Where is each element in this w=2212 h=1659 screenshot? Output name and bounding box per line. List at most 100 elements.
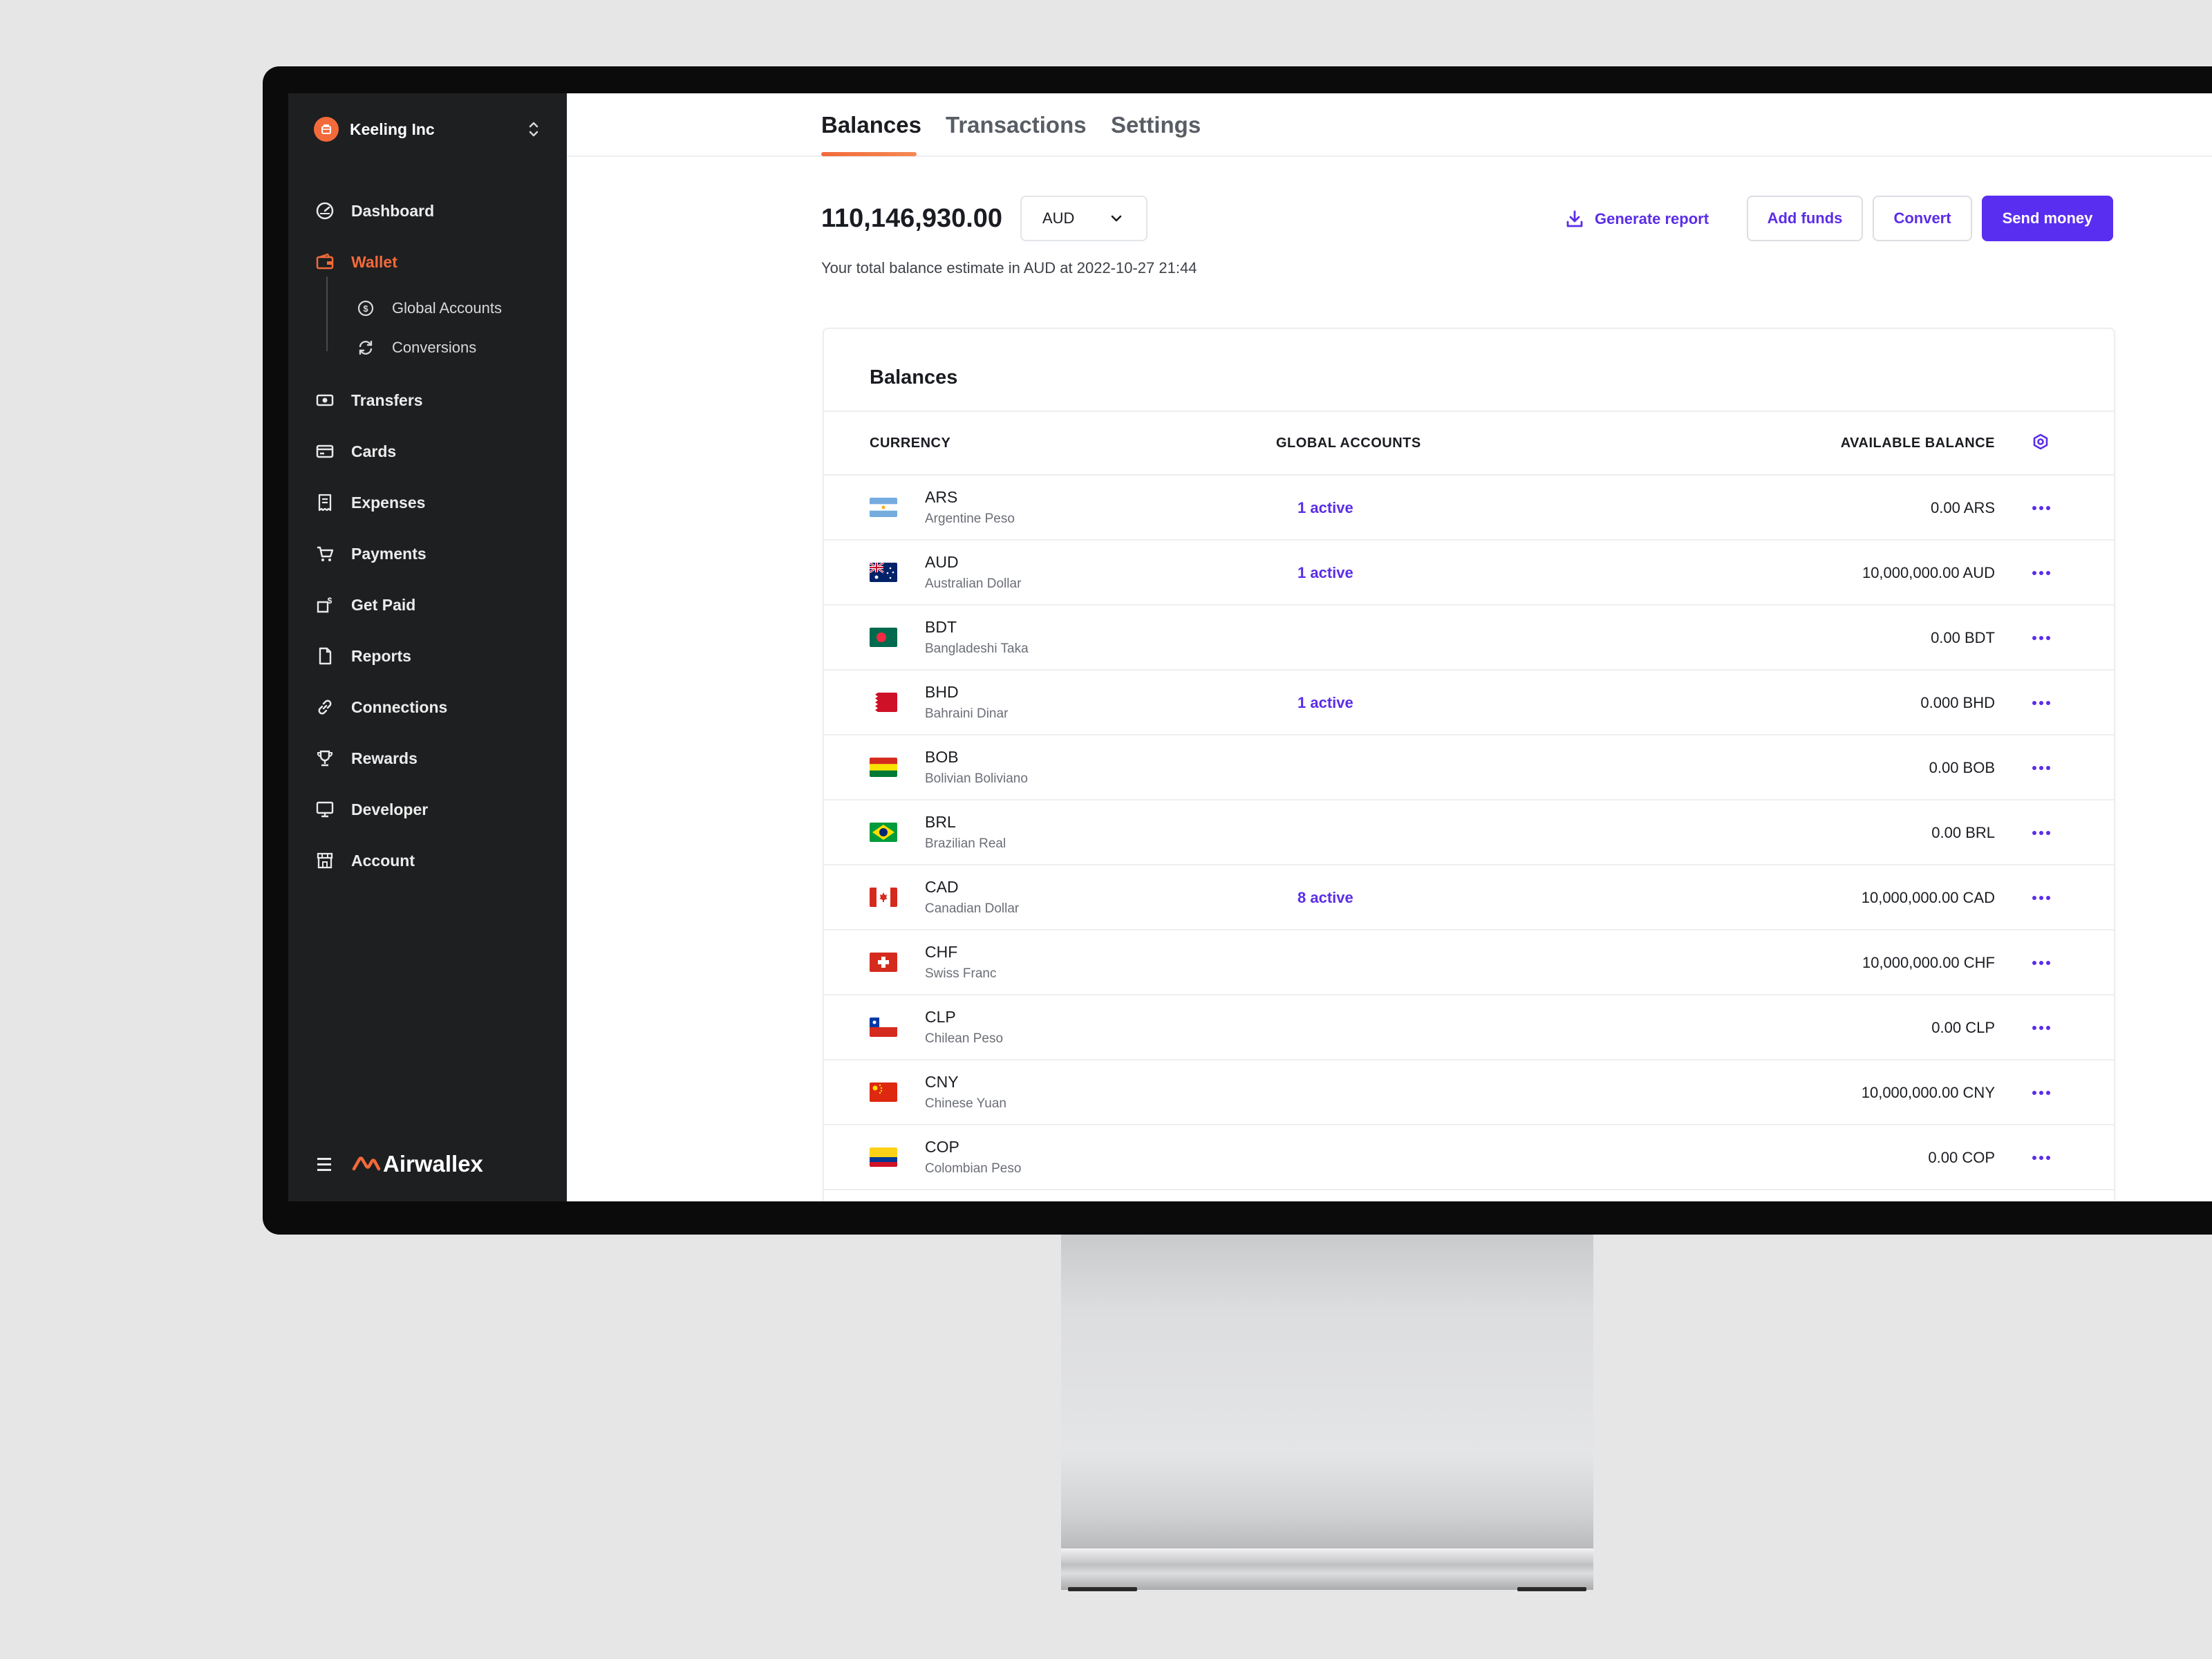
- receipt-icon: [314, 491, 336, 514]
- sidebar-subitem-global-accounts[interactable]: $ Global Accounts: [355, 294, 502, 322]
- currency-code: BOB: [925, 748, 959, 766]
- sidebar-item-label: Rewards: [351, 749, 418, 767]
- sidebar-item-get-paid[interactable]: $ Get Paid: [314, 590, 542, 620]
- more-options-icon[interactable]: [2030, 758, 2052, 778]
- convert-button[interactable]: Convert: [1873, 196, 1972, 241]
- tab-balances[interactable]: Balances: [821, 112, 921, 138]
- more-options-icon[interactable]: [2030, 1018, 2052, 1038]
- currency-name: Chinese Yuan: [925, 1096, 1006, 1111]
- screen: Keeling Inc Dashboard Wallet $ Global Ac…: [288, 93, 2212, 1201]
- sidebar-subitem-label: Conversions: [392, 339, 477, 356]
- currency-code: COP: [925, 1138, 959, 1156]
- sidebar-item-dashboard[interactable]: Dashboard: [314, 196, 542, 226]
- global-accounts-link[interactable]: 1 active: [1297, 694, 1353, 712]
- sidebar-item-account[interactable]: Account: [314, 845, 542, 876]
- table-row[interactable]: CNY Chinese Yuan 10,000,000.00 CNY: [824, 1060, 2114, 1125]
- document-icon: [314, 645, 336, 667]
- currency-select[interactable]: AUD: [1020, 196, 1147, 241]
- generate-report-label: Generate report: [1595, 210, 1709, 227]
- org-switcher[interactable]: Keeling Inc: [314, 114, 542, 144]
- settings-gear-icon[interactable]: [2030, 433, 2051, 453]
- available-balance: 0.00 CLP: [1931, 1019, 1995, 1036]
- currency-code: CLP: [925, 1008, 956, 1026]
- get-paid-icon: $: [314, 594, 336, 616]
- currency-name: Bangladeshi Taka: [925, 641, 1029, 656]
- tab-settings[interactable]: Settings: [1111, 112, 1201, 138]
- sidebar-item-label: Account: [351, 851, 415, 870]
- sidebar-item-cards[interactable]: Cards: [314, 436, 542, 467]
- menu-icon[interactable]: [314, 1154, 335, 1174]
- org-logo-icon: [314, 117, 339, 142]
- sidebar-subitem-conversions[interactable]: Conversions: [355, 334, 476, 362]
- currency-name: Bolivian Boliviano: [925, 771, 1028, 786]
- more-options-icon[interactable]: [2030, 888, 2052, 908]
- table-row[interactable]: CHF Swiss Franc 10,000,000.00 CHF: [824, 930, 2114, 995]
- table-row[interactable]: COP Colombian Peso 0.00 COP: [824, 1125, 2114, 1190]
- table-row[interactable]: BRL Brazilian Real 0.00 BRL: [824, 800, 2114, 865]
- more-options-icon[interactable]: [2030, 693, 2052, 713]
- more-options-icon[interactable]: [2030, 563, 2052, 583]
- sidebar-item-rewards[interactable]: Rewards: [314, 743, 542, 774]
- add-funds-button[interactable]: Add funds: [1747, 196, 1863, 241]
- monitor-icon: [314, 798, 336, 821]
- more-options-icon[interactable]: [2030, 1147, 2052, 1168]
- currency-name: Chilean Peso: [925, 1031, 1004, 1046]
- sidebar-item-developer[interactable]: Developer: [314, 794, 542, 825]
- currency-code: CAD: [925, 878, 959, 896]
- monitor-stand-base: [1061, 1548, 1593, 1590]
- flag-brl-icon: [870, 823, 897, 842]
- currency-name: Canadian Dollar: [925, 901, 1020, 916]
- sidebar-item-reports[interactable]: Reports: [314, 641, 542, 671]
- cart-icon: [314, 543, 336, 565]
- flag-bdt-icon: [870, 628, 897, 647]
- sidebar-item-transfers[interactable]: Transfers: [314, 385, 542, 415]
- more-options-icon[interactable]: [2030, 1082, 2052, 1103]
- global-accounts-link[interactable]: 1 active: [1297, 499, 1353, 517]
- chevron-up-down-icon: [529, 122, 538, 137]
- sidebar-item-wallet[interactable]: Wallet: [314, 247, 542, 277]
- global-accounts-link[interactable]: 1 active: [1297, 564, 1353, 582]
- table-row[interactable]: BOB Bolivian Boliviano 0.00 BOB: [824, 735, 2114, 800]
- balance-caption: Your total balance estimate in AUD at 20…: [821, 259, 1197, 276]
- currency-name: Brazilian Real: [925, 836, 1006, 851]
- available-balance: 0.00 ARS: [1931, 499, 1995, 516]
- more-options-icon[interactable]: [2030, 823, 2052, 843]
- dollar-circle-icon: $: [355, 297, 377, 319]
- sidebar-item-payments[interactable]: Payments: [314, 538, 542, 569]
- table-row[interactable]: ARS Argentine Peso 1 active 0.00 ARS: [824, 476, 2114, 541]
- balances-card-title: Balances: [870, 366, 958, 388]
- main-content: Balances Transactions Settings 110,146,9…: [567, 93, 2212, 1201]
- currency-code: BRL: [925, 813, 956, 831]
- balances-card: Balances CURRENCY GLOBAL ACCOUNTS AVAILA…: [823, 328, 2115, 1201]
- currency-code: CNY: [925, 1073, 959, 1091]
- column-header-available-balance: AVAILABLE BALANCE: [1840, 435, 1995, 451]
- sidebar-item-label: Expenses: [351, 493, 426, 512]
- table-row[interactable]: AUD Australian Dollar 1 active 10,000,00…: [824, 541, 2114, 606]
- more-options-icon[interactable]: [2030, 628, 2052, 648]
- table-row[interactable]: CLP Chilean Peso 0.00 CLP: [824, 995, 2114, 1060]
- sidebar-item-connections[interactable]: Connections: [314, 692, 542, 722]
- sidebar-item-label: Transfers: [351, 391, 423, 409]
- submenu-line: [326, 276, 328, 351]
- sidebar-item-label: Get Paid: [351, 595, 416, 614]
- more-options-icon[interactable]: [2030, 498, 2052, 518]
- table-row[interactable]: BDT Bangladeshi Taka 0.00 BDT: [824, 606, 2114, 671]
- more-options-icon[interactable]: [2030, 953, 2052, 973]
- flag-cny-icon: [870, 1082, 897, 1102]
- sidebar-item-label: Wallet: [351, 252, 397, 271]
- table-row[interactable]: CAD Canadian Dollar 8 active 10,000,000.…: [824, 865, 2114, 930]
- tab-transactions[interactable]: Transactions: [946, 112, 1087, 138]
- flag-clp-icon: [870, 1018, 897, 1037]
- generate-report-button[interactable]: Generate report: [1564, 205, 1709, 233]
- available-balance: 0.00 BOB: [1929, 759, 1995, 776]
- table-row[interactable]: BHD Bahraini Dinar 1 active 0.000 BHD: [824, 671, 2114, 735]
- global-accounts-link[interactable]: 8 active: [1297, 889, 1353, 907]
- stand-foot-left: [1068, 1587, 1137, 1591]
- available-balance: 0.00 BRL: [1931, 824, 1995, 841]
- sidebar-item-expenses[interactable]: Expenses: [314, 487, 542, 518]
- svg-text:$: $: [328, 596, 332, 606]
- currency-code: BDT: [925, 618, 957, 636]
- send-money-button[interactable]: Send money: [1982, 196, 2113, 241]
- sidebar-item-label: Cards: [351, 442, 397, 460]
- available-balance: 10,000,000.00 CAD: [1861, 889, 1995, 906]
